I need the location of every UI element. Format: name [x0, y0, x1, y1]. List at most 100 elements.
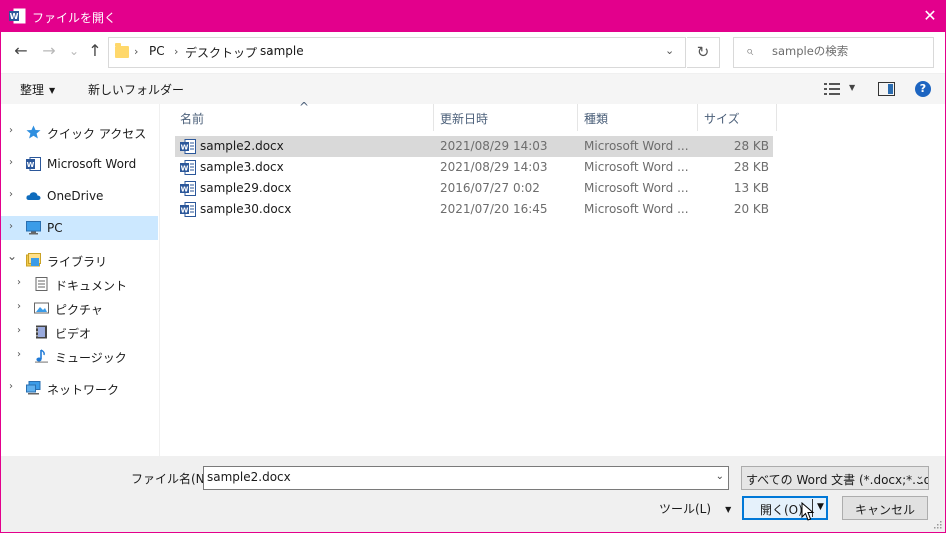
svg-text:W: W	[181, 186, 189, 194]
cancel-button-label: キャンセル	[854, 503, 915, 517]
chevron-right-icon[interactable]: ›	[17, 301, 21, 312]
search-box[interactable]: ⌕	[733, 37, 934, 68]
tools-menu-button[interactable]: ツール(L) ▼	[659, 500, 731, 517]
open-options-arrow-icon[interactable]: ▼	[817, 502, 824, 512]
word-document-icon: W	[180, 181, 196, 196]
column-header-size[interactable]: サイズ	[698, 104, 777, 131]
breadcrumb-sample[interactable]: sample	[260, 44, 304, 58]
mouse-pointer-icon	[801, 502, 815, 521]
view-options-arrow-icon[interactable]: ▼	[849, 83, 855, 92]
column-header-label: 種類	[584, 112, 609, 126]
chevron-right-icon[interactable]: ›	[9, 157, 13, 168]
file-date: 2016/07/27 0:02	[440, 181, 540, 195]
chevron-down-icon[interactable]: ⌄	[716, 471, 724, 482]
sidebar-item-pictures[interactable]: › ピクチャ	[1, 296, 158, 320]
search-input[interactable]	[772, 44, 922, 58]
navigation-pane: › クイック アクセス › W Microsoft Word › OneDriv…	[1, 104, 160, 456]
table-row[interactable]: W sample29.docx 2016/07/27 0:02 Microsof…	[175, 178, 773, 199]
sort-ascending-icon: ^	[299, 100, 310, 114]
title-bar: W ファイルを開く ✕	[1, 1, 945, 32]
dropdown-arrow-icon: ▼	[725, 505, 732, 514]
filename-combobox[interactable]: ⌄	[203, 466, 729, 490]
file-list: 名前 ^ 更新日時 種類 サイズ W sample2.docx 2021/08/…	[161, 100, 945, 456]
file-type: Microsoft Word ...	[584, 139, 689, 153]
sidebar-item-pc[interactable]: › PC	[1, 216, 158, 240]
chevron-right-icon[interactable]: ›	[9, 381, 13, 392]
file-type: Microsoft Word ...	[584, 202, 689, 216]
help-icon[interactable]: ?	[915, 81, 931, 97]
library-icon	[26, 253, 41, 267]
recent-locations-chevron-icon[interactable]: ⌄	[65, 42, 83, 60]
svg-text:W: W	[181, 207, 189, 215]
sidebar-item-microsoft-word[interactable]: › W Microsoft Word	[1, 152, 158, 176]
new-folder-button[interactable]: 新しいフォルダー	[88, 81, 184, 98]
file-name: sample2.docx	[200, 139, 284, 153]
sidebar-item-label: PC	[47, 221, 63, 235]
chevron-down-icon: ⌄	[913, 471, 924, 482]
folder-icon	[115, 43, 129, 58]
forward-arrow-icon[interactable]: →	[40, 42, 58, 60]
network-icon	[26, 381, 41, 395]
file-size: 28 KB	[733, 160, 769, 174]
file-type: Microsoft Word ...	[584, 160, 689, 174]
file-size: 20 KB	[733, 202, 769, 216]
dropdown-arrow-icon: ▼	[49, 86, 56, 95]
sidebar-item-documents[interactable]: › ドキュメント	[1, 272, 158, 296]
close-icon[interactable]: ✕	[915, 1, 945, 32]
preview-pane-icon[interactable]	[878, 82, 895, 96]
up-arrow-icon[interactable]: ↑	[86, 42, 104, 60]
refresh-icon[interactable]: ↻	[687, 37, 720, 68]
music-icon	[35, 349, 48, 363]
table-row[interactable]: W sample3.docx 2021/08/29 14:03 Microsof…	[175, 157, 773, 178]
search-icon: ⌕	[746, 44, 754, 59]
document-icon	[35, 277, 48, 291]
file-name: sample30.docx	[200, 202, 292, 216]
column-header-type[interactable]: 種類	[578, 104, 698, 131]
sidebar-item-label: ネットワーク	[47, 383, 120, 397]
chevron-right-icon[interactable]: ›	[17, 349, 21, 360]
file-type-filter-select[interactable]: すべての Word 文書 (*.docx;*.do ⌄	[741, 466, 929, 490]
chevron-right-icon[interactable]: ›	[9, 189, 13, 200]
sidebar-item-quick-access[interactable]: › クイック アクセス	[1, 120, 158, 144]
sidebar-item-onedrive[interactable]: › OneDrive	[1, 184, 158, 208]
column-header-name[interactable]: 名前 ^	[174, 100, 434, 131]
chevron-right-icon[interactable]: ›	[17, 325, 21, 336]
breadcrumb-desktop[interactable]: デスクトップ	[185, 44, 257, 61]
change-view-icon[interactable]	[824, 83, 840, 95]
organize-menu-button[interactable]: 整理 ▼	[20, 81, 55, 98]
sidebar-item-videos[interactable]: › ビデオ	[1, 320, 158, 344]
svg-text:W: W	[10, 12, 19, 21]
sidebar-item-label: ミュージック	[55, 351, 127, 365]
file-size: 28 KB	[733, 139, 769, 153]
star-icon	[26, 125, 41, 139]
breadcrumb-separator-icon: ›	[134, 45, 139, 58]
address-history-dropdown-icon[interactable]: ⌄	[665, 44, 674, 57]
table-row[interactable]: W sample2.docx 2021/08/29 14:03 Microsof…	[175, 136, 773, 157]
table-row[interactable]: W sample30.docx 2021/07/20 16:45 Microso…	[175, 199, 773, 220]
filename-input[interactable]	[207, 470, 707, 484]
chevron-right-icon[interactable]: ›	[9, 125, 13, 136]
back-arrow-icon[interactable]: ←	[12, 42, 30, 60]
word-document-icon: W	[180, 202, 196, 217]
file-name: sample29.docx	[200, 181, 292, 195]
sidebar-item-libraries[interactable]: ⌄ ライブラリ	[1, 248, 158, 272]
open-button[interactable]: 開く(O) ▼	[742, 496, 828, 520]
sidebar-item-label: Microsoft Word	[47, 157, 137, 171]
cloud-icon	[26, 192, 41, 200]
chevron-right-icon[interactable]: ›	[17, 277, 21, 288]
cancel-button[interactable]: キャンセル	[842, 496, 928, 520]
chevron-down-icon[interactable]: ⌄	[7, 249, 17, 263]
breadcrumb-pc[interactable]: PC	[149, 44, 165, 58]
resize-grip-icon[interactable]	[932, 519, 942, 529]
organize-label: 整理	[20, 83, 45, 97]
column-header-date[interactable]: 更新日時	[434, 104, 578, 131]
chevron-right-icon[interactable]: ›	[9, 221, 13, 232]
word-document-icon: W	[180, 160, 196, 175]
sidebar-item-network[interactable]: › ネットワーク	[1, 376, 158, 400]
svg-text:W: W	[181, 165, 189, 173]
address-bar[interactable]: › PC › デスクトップ › sample ⌄	[108, 37, 686, 68]
sidebar-item-label: ビデオ	[55, 327, 92, 341]
command-bar: 整理 ▼ 新しいフォルダー ▼ ?	[1, 73, 945, 104]
sidebar-item-music[interactable]: › ミュージック	[1, 344, 158, 368]
file-date: 2021/08/29 14:03	[440, 139, 548, 153]
